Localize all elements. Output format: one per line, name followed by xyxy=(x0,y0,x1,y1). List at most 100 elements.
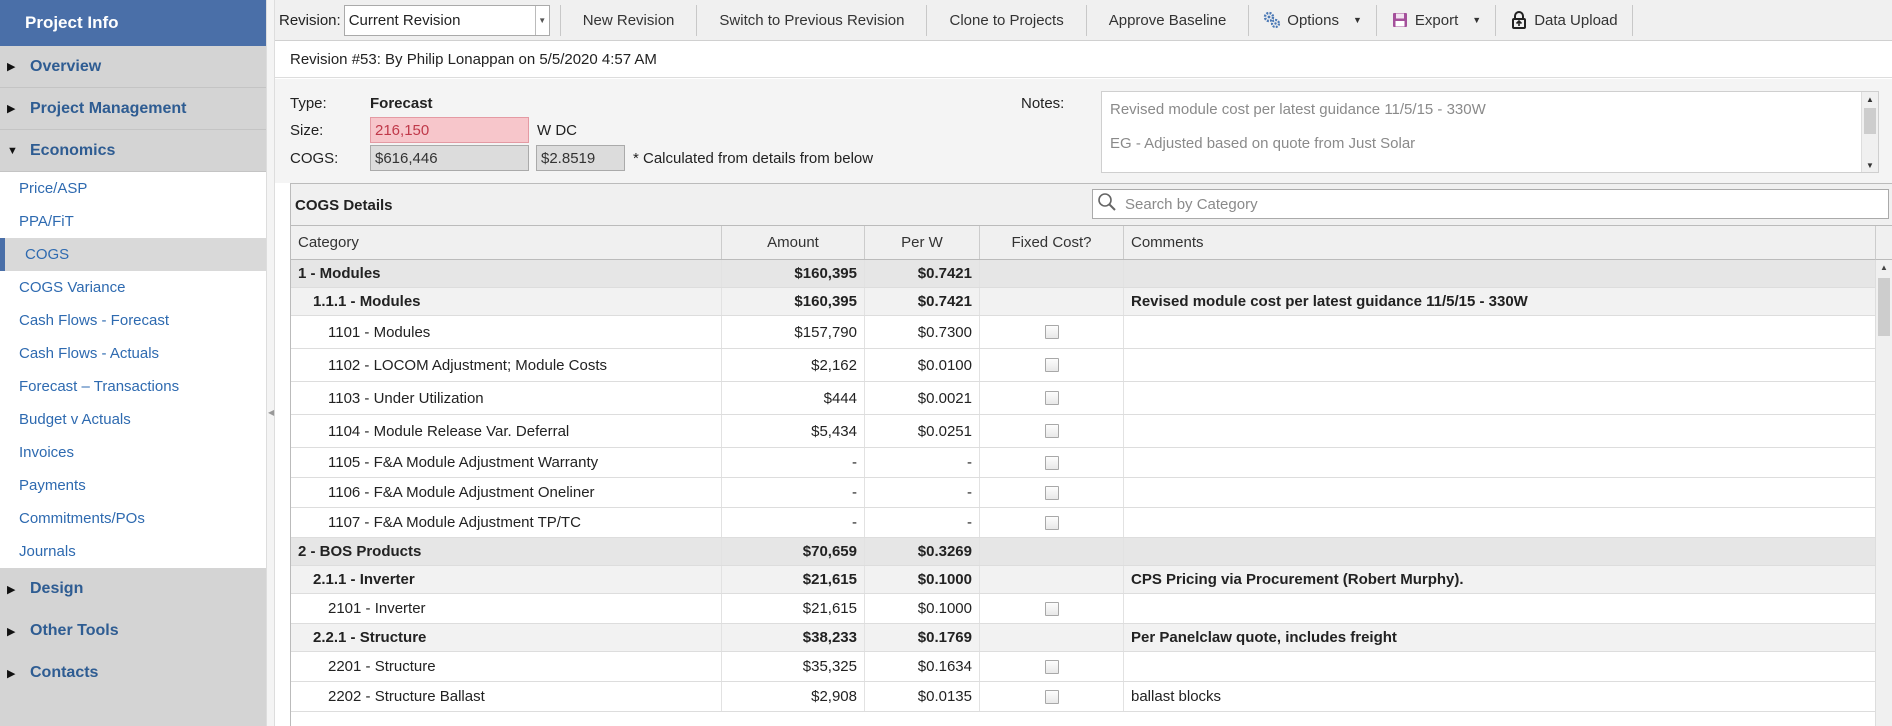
scroll-thumb[interactable] xyxy=(1864,108,1876,134)
cell-comments xyxy=(1124,382,1876,414)
fixed-cost-checkbox[interactable] xyxy=(1044,325,1059,339)
table-row[interactable]: 1103 - Under Utilization $444 $0.0021 xyxy=(291,382,1876,415)
sidebar-item-cash-flows-forecast[interactable]: Cash Flows - Forecast xyxy=(0,304,266,337)
column-header-category[interactable]: Category xyxy=(291,226,722,259)
sidebar-item-payments[interactable]: Payments xyxy=(0,469,266,502)
fixed-cost-checkbox[interactable] xyxy=(1044,601,1059,616)
sidebar-item-cash-flows-actuals[interactable]: Cash Flows - Actuals xyxy=(0,337,266,370)
sidebar-item-cogs[interactable]: COGS xyxy=(0,238,266,271)
sidebar: Project Info ▶ Overview ▶ Project Manage… xyxy=(0,0,266,726)
table-row[interactable]: 2201 - Structure $35,325 $0.1634 xyxy=(291,652,1876,682)
table-row[interactable]: 1105 - F&A Module Adjustment Warranty - - xyxy=(291,448,1876,478)
table-row[interactable]: 1102 - LOCOM Adjustment; Module Costs $2,… xyxy=(291,349,1876,382)
sidebar-item-cogs-variance[interactable]: COGS Variance xyxy=(0,271,266,304)
fixed-cost-checkbox[interactable] xyxy=(1044,358,1059,372)
sidebar-section-project-management[interactable]: ▶ Project Management xyxy=(0,88,266,130)
new-revision-button[interactable]: New Revision xyxy=(561,4,698,36)
cell-amount: $38,233 xyxy=(722,624,865,651)
table-row[interactable]: 1106 - F&A Module Adjustment Oneliner - - xyxy=(291,478,1876,508)
sidebar-item-ppa-fit[interactable]: PPA/FiT xyxy=(0,205,266,238)
cell-fixed-cost xyxy=(980,288,1124,315)
clone-to-projects-button[interactable]: Clone to Projects xyxy=(927,4,1087,36)
cogs-total-field: $616,446 xyxy=(370,145,529,171)
cell-comments xyxy=(1124,594,1876,623)
save-disk-icon xyxy=(1391,11,1409,29)
sidebar-splitter[interactable]: ◀ xyxy=(266,0,275,726)
fixed-cost-checkbox[interactable] xyxy=(1044,455,1059,470)
sidebar-section-other-tools[interactable]: ▶ Other Tools xyxy=(0,610,266,652)
cell-per-w: - xyxy=(865,478,980,507)
export-button[interactable]: Export ▼ xyxy=(1377,4,1497,36)
scroll-thumb[interactable] xyxy=(1878,278,1890,336)
cogs-details-header: COGS Details xyxy=(291,184,1892,226)
fixed-cost-checkbox[interactable] xyxy=(1044,485,1059,500)
fixed-cost-checkbox[interactable] xyxy=(1044,689,1059,704)
sidebar-section-overview[interactable]: ▶ Overview xyxy=(0,46,266,88)
table-row[interactable]: 1101 - Modules $157,790 $0.7300 xyxy=(291,316,1876,349)
scroll-down-icon[interactable]: ▼ xyxy=(1862,158,1878,172)
notes-scrollbar[interactable]: ▲ ▼ xyxy=(1861,92,1878,172)
cell-comments xyxy=(1124,448,1876,477)
column-header-fixed-cost[interactable]: Fixed Cost? xyxy=(980,226,1124,259)
sidebar-section-contacts[interactable]: ▶ Contacts xyxy=(0,652,266,694)
notes-textarea[interactable]: Revised module cost per latest guidance … xyxy=(1101,91,1879,173)
cell-fixed-cost xyxy=(980,382,1124,414)
fixed-cost-checkbox[interactable] xyxy=(1044,659,1059,674)
cell-amount: $2,908 xyxy=(722,682,865,711)
table-row[interactable]: 1107 - F&A Module Adjustment TP/TC - - xyxy=(291,508,1876,538)
cell-comments xyxy=(1124,349,1876,381)
cell-fixed-cost xyxy=(980,624,1124,651)
table-row[interactable]: 2202 - Structure Ballast $2,908 $0.0135 bal… xyxy=(291,682,1876,712)
cell-comments xyxy=(1124,316,1876,348)
fixed-cost-checkbox[interactable] xyxy=(1044,424,1059,438)
size-input[interactable]: 216,150 xyxy=(370,117,529,143)
group-row[interactable]: 2 - BOS Products $70,659 $0.3269 xyxy=(291,538,1876,566)
chevron-down-icon: ▼ xyxy=(1472,15,1482,25)
table-row[interactable]: 1104 - Module Release Var. Deferral $5,43… xyxy=(291,415,1876,448)
sidebar-item-price-asp[interactable]: Price/ASP xyxy=(0,172,266,205)
data-upload-button[interactable]: Data Upload xyxy=(1496,4,1633,36)
collapse-arrow-icon[interactable]: ◀ xyxy=(268,408,274,417)
subgroup-row[interactable]: 2.1.1 - Inverter $21,615 $0.1000 CPS Pricin… xyxy=(291,566,1876,594)
search-input[interactable] xyxy=(1125,195,1865,213)
search-icon xyxy=(1097,192,1117,216)
subgroup-row[interactable]: 1.1.1 - Modules $160,395 $0.7421 Revised mo… xyxy=(291,288,1876,316)
cell-comments xyxy=(1124,260,1876,287)
category-search[interactable] xyxy=(1092,189,1889,219)
sidebar-item-journals[interactable]: Journals xyxy=(0,535,266,568)
grid-scrollbar[interactable]: ▲ xyxy=(1875,260,1892,726)
scroll-up-icon[interactable]: ▲ xyxy=(1862,92,1878,106)
sidebar-item-invoices[interactable]: Invoices xyxy=(0,436,266,469)
revision-select[interactable]: Current Revision ▼ xyxy=(343,4,550,36)
table-row[interactable]: 2101 - Inverter $21,615 $0.1000 xyxy=(291,594,1876,624)
scroll-up-icon[interactable]: ▲ xyxy=(1876,260,1892,274)
chevron-down-icon[interactable]: ▼ xyxy=(534,5,549,35)
section-label: Contacts xyxy=(30,664,99,681)
cell-fixed-cost xyxy=(980,260,1124,287)
fixed-cost-checkbox[interactable] xyxy=(1044,391,1059,405)
column-header-comments[interactable]: Comments xyxy=(1124,226,1876,259)
switch-previous-revision-button[interactable]: Switch to Previous Revision xyxy=(697,4,928,36)
cell-fixed-cost xyxy=(980,415,1124,447)
sidebar-item-budget-v-actuals[interactable]: Budget v Actuals xyxy=(0,403,266,436)
sidebar-section-economics[interactable]: ▼ Economics xyxy=(0,130,266,172)
cell-per-w: $0.0251 xyxy=(865,415,980,447)
cell-per-w: $0.1769 xyxy=(865,624,980,651)
cell-fixed-cost xyxy=(980,349,1124,381)
cell-amount: $160,395 xyxy=(722,260,865,287)
sidebar-items: Price/ASP PPA/FiT COGS COGS Variance Cash Fl… xyxy=(0,172,266,568)
sidebar-section-design[interactable]: ▶ Design xyxy=(0,568,266,610)
cell-per-w: $0.1000 xyxy=(865,594,980,623)
column-header-amount[interactable]: Amount xyxy=(722,226,865,259)
sidebar-item-commitments-pos[interactable]: Commitments/POs xyxy=(0,502,266,535)
fixed-cost-checkbox[interactable] xyxy=(1044,515,1059,530)
section-label: Economics xyxy=(30,141,116,159)
cell-comments: Revised module cost per latest guidance … xyxy=(1124,288,1876,315)
sidebar-item-forecast-transactions[interactable]: Forecast – Transactions xyxy=(0,370,266,403)
subgroup-row[interactable]: 2.2.1 - Structure $38,233 $0.1769 Per Panel… xyxy=(291,624,1876,652)
group-row[interactable]: 1 - Modules $160,395 $0.7421 xyxy=(291,260,1876,288)
cell-per-w: $0.0135 xyxy=(865,682,980,711)
options-button[interactable]: Options ▼ xyxy=(1249,4,1377,36)
approve-baseline-button[interactable]: Approve Baseline xyxy=(1087,4,1250,36)
column-header-per-w[interactable]: Per W xyxy=(865,226,980,259)
